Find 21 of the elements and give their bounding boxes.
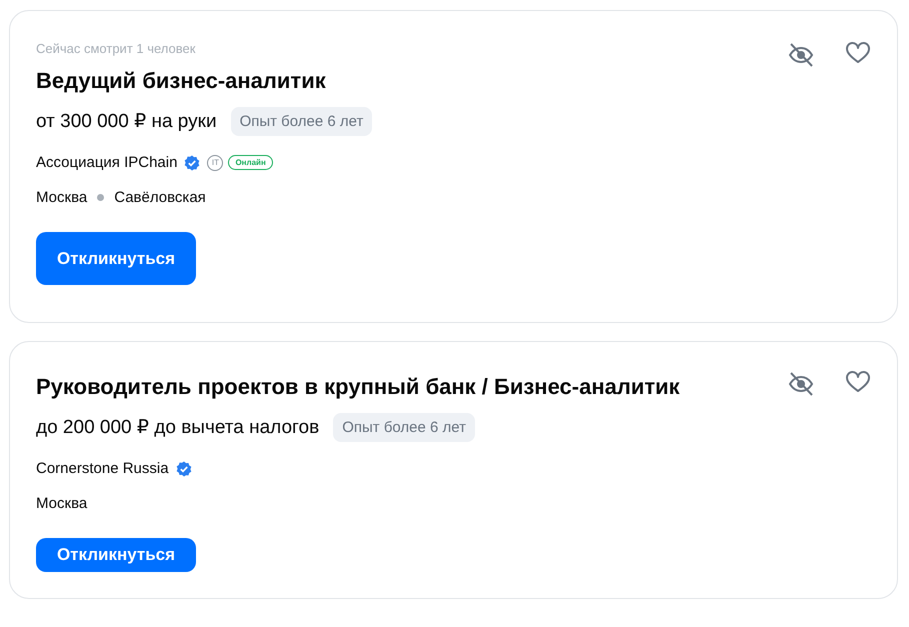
viewers-text: Сейчас смотрит 1 человек [36,41,196,56]
city-text: Москва [36,189,88,206]
heart-icon[interactable] [845,370,871,394]
heart-icon[interactable] [845,41,871,65]
online-badge: Онлайн [228,155,273,170]
city-text: Москва [36,495,88,512]
salary-text: от 300 000 ₽ на руки [36,110,217,133]
vacancy-title[interactable]: Руководитель проектов в крупный банк / Бизнес-аналитик [36,374,680,400]
company-link[interactable]: Ассоциация IPChain [36,154,178,171]
experience-tag: Опыт более 6 лет [230,107,372,136]
respond-button[interactable]: Откликнуться [36,538,196,572]
hide-icon[interactable] [787,41,815,69]
respond-button[interactable]: Откликнуться [36,232,196,285]
hide-icon[interactable] [787,370,815,398]
it-badge: IT [207,154,224,170]
metro-text: Савёловская [114,189,206,206]
experience-tag: Опыт более 6 лет [333,413,476,442]
company-link[interactable]: Cornerstone Russia [36,460,169,477]
metro-dot-icon [97,194,104,201]
vacancy-title[interactable]: Ведущий бизнес-аналитик [36,68,326,94]
salary-text: до 200 000 ₽ до вычета налогов [36,416,320,439]
